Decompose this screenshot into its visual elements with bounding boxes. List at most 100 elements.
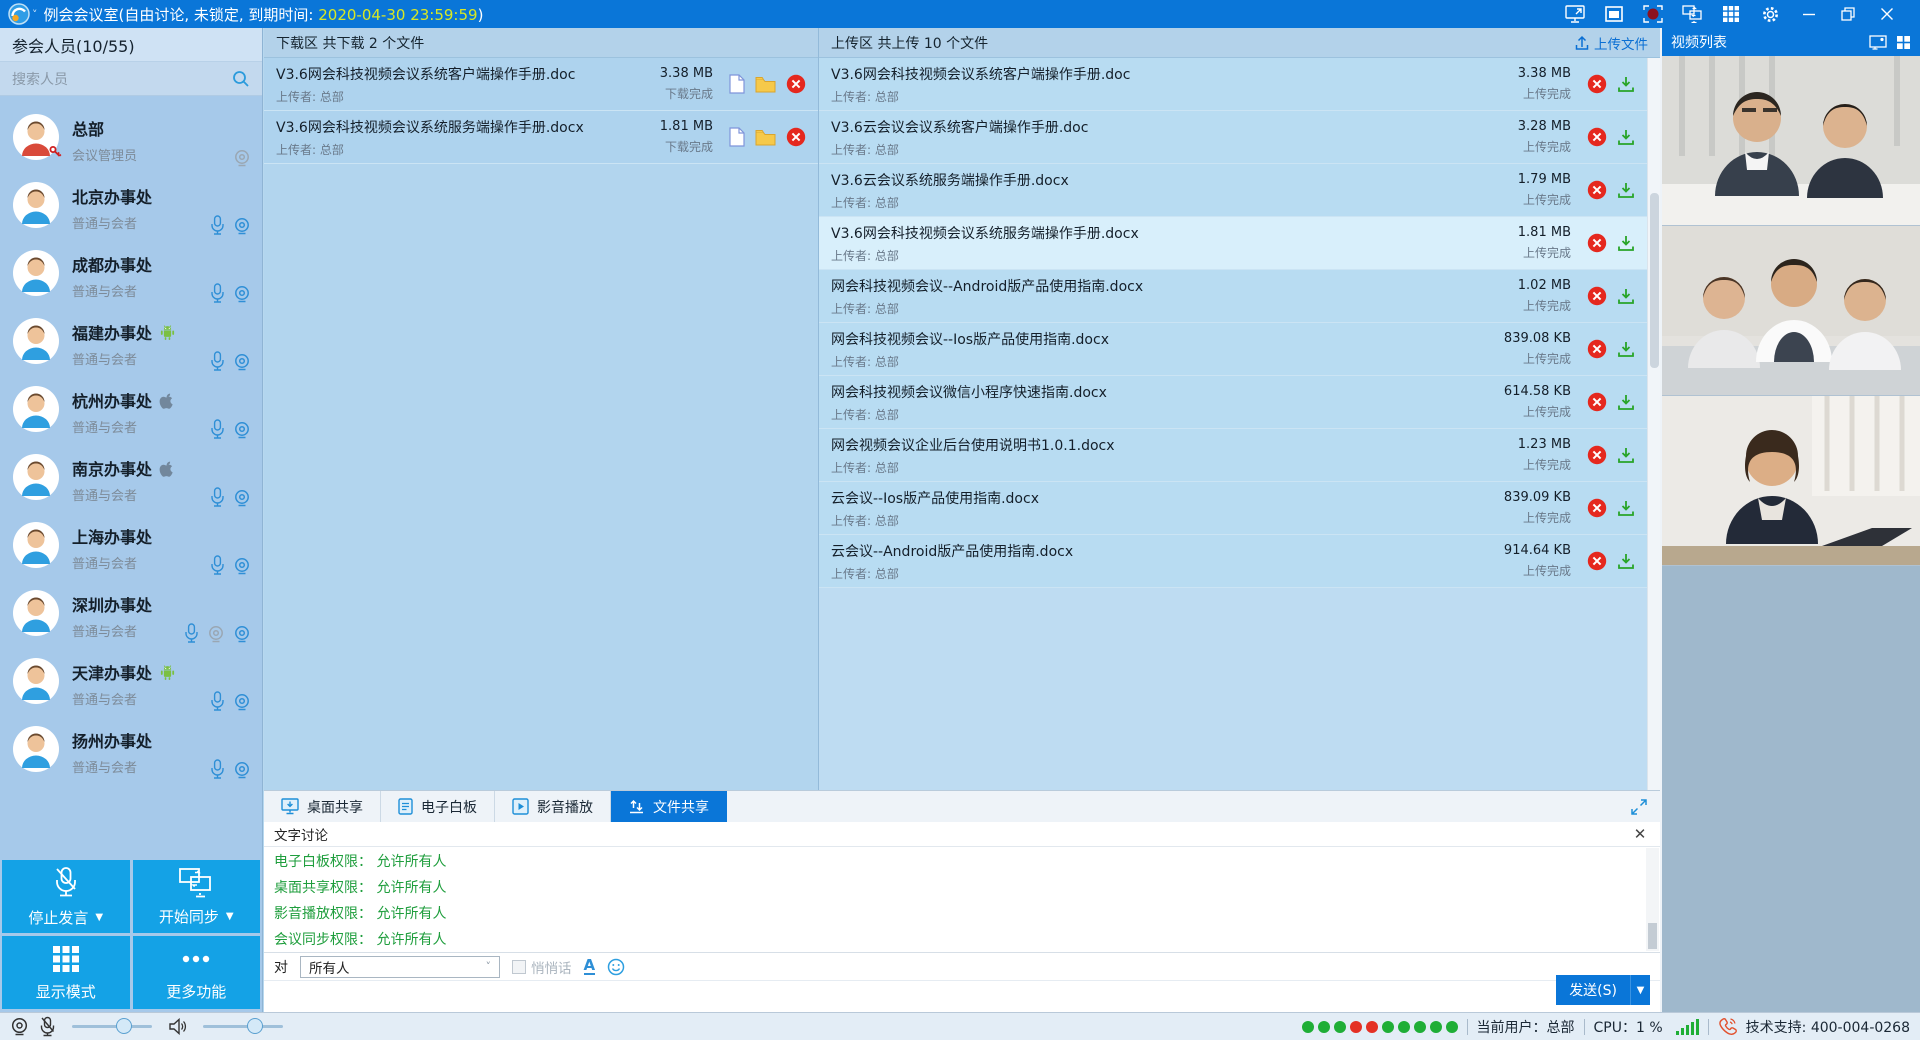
stop-speaking-button[interactable]: 停止发言▼ [2,860,130,933]
download-file-icon[interactable] [1617,552,1635,570]
mic-icon[interactable] [210,419,225,439]
upload-file-row[interactable]: V3.6云会议会议系统客户端操作手册.doc上传者: 总部 3.28 MB上传完… [819,111,1647,164]
slider-knob[interactable] [247,1018,263,1034]
mic-icon[interactable] [210,351,225,371]
scrollbar-thumb[interactable] [1648,923,1657,949]
app-logo-icon[interactable] [8,3,30,25]
upload-file-button[interactable]: 上传文件 [1575,33,1648,53]
video-layout-icon[interactable] [1896,35,1911,50]
chat-input-area[interactable] [264,982,1660,1012]
delete-file-icon[interactable] [1587,551,1607,571]
webcam-icon[interactable] [233,489,251,507]
mic-icon[interactable] [210,215,225,235]
download-file-icon[interactable] [1617,128,1635,146]
download-file-icon[interactable] [1617,75,1635,93]
webcam-icon[interactable] [233,557,251,575]
participant-row[interactable]: 总部 会议管理员 [0,106,262,174]
open-file-icon[interactable] [729,127,745,147]
participant-row[interactable]: 福建办事处 普通与会者 [0,310,262,378]
participant-row[interactable]: 北京办事处 普通与会者 [0,174,262,242]
search-icon[interactable] [232,70,250,88]
slider-knob[interactable] [116,1018,132,1034]
grid-layout-icon[interactable] [1720,3,1742,25]
upload-file-row[interactable]: 网会科技视频会议微信小程序快速指南.docx上传者: 总部 614.58 KB上… [819,376,1647,429]
mic-muted-status-icon[interactable] [39,1016,56,1037]
window-mode-icon[interactable] [1603,3,1625,25]
speaker-volume-slider[interactable] [203,1025,283,1028]
scrollbar-thumb[interactable] [1650,193,1659,368]
video-thumbnail-3[interactable] [1662,396,1920,566]
tab-file-share[interactable]: 文件共享 [611,791,727,822]
upload-scrollbar[interactable] [1647,58,1660,790]
speaker-icon[interactable] [168,1018,187,1035]
delete-file-icon[interactable] [1587,339,1607,359]
participant-row[interactable]: 成都办事处 普通与会者 [0,242,262,310]
upload-file-row[interactable]: 云会议--Ios版产品使用指南.docx上传者: 总部 839.09 KB上传完… [819,482,1647,535]
chat-scrollbar[interactable] [1646,848,1659,951]
webcam-icon[interactable] [233,285,251,303]
delete-file-icon[interactable] [1587,286,1607,306]
delete-file-icon[interactable] [1587,180,1607,200]
chevron-down-icon[interactable]: ˅ [32,8,38,21]
delete-file-icon[interactable] [1587,498,1607,518]
whisper-checkbox[interactable] [512,960,526,974]
download-file-icon[interactable] [1617,234,1635,252]
delete-file-icon[interactable] [1587,233,1607,253]
settings-icon[interactable] [1759,3,1781,25]
display-mode-button[interactable]: 显示模式 [2,936,130,1009]
close-icon[interactable]: ✕ [1630,825,1650,843]
participant-row[interactable]: 扬州办事处 普通与会者 [0,718,262,786]
download-file-row[interactable]: V3.6网会科技视频会议系统服务端操作手册.docx 上传者: 总部 1.81 … [264,111,818,164]
mic-icon[interactable] [210,759,225,779]
upload-file-row[interactable]: 网会科技视频会议--Android版产品使用指南.docx上传者: 总部 1.0… [819,270,1647,323]
participant-row[interactable]: 天津办事处 普通与会者 [0,650,262,718]
upload-file-row[interactable]: V3.6云会议系统服务端操作手册.docx上传者: 总部 1.79 MB上传完成 [819,164,1647,217]
video-thumbnail-1[interactable] [1662,56,1920,226]
webcam-icon[interactable] [233,693,251,711]
delete-file-icon[interactable] [1587,74,1607,94]
upload-file-row[interactable]: V3.6网会科技视频会议系统客户端操作手册.doc上传者: 总部 3.38 MB… [819,58,1647,111]
webcam-icon[interactable] [233,421,251,439]
more-functions-button[interactable]: 更多功能 [133,936,261,1009]
expand-icon[interactable] [1630,798,1648,816]
delete-file-icon[interactable] [1587,127,1607,147]
video-capture-icon[interactable] [1869,35,1887,50]
delete-file-icon[interactable] [1587,445,1607,465]
download-file-icon[interactable] [1617,499,1635,517]
send-options-caret[interactable]: ▼ [1630,975,1650,1005]
record-icon[interactable] [1642,3,1664,25]
participant-row[interactable]: 上海办事处 普通与会者 [0,514,262,582]
upload-file-row[interactable]: 网会视频会议企业后台使用说明书1.0.1.docx上传者: 总部 1.23 MB… [819,429,1647,482]
mic-volume-slider[interactable] [72,1025,152,1028]
tab-whiteboard[interactable]: 电子白板 [381,791,495,822]
webcam-status-icon[interactable] [10,1017,29,1036]
webcam-icon[interactable] [233,761,251,779]
webcam-icon[interactable] [233,217,251,235]
participant-row[interactable]: 南京办事处 普通与会者 [0,446,262,514]
upload-file-row[interactable]: 网会科技视频会议--Ios版产品使用指南.docx上传者: 总部 839.08 … [819,323,1647,376]
download-file-icon[interactable] [1617,340,1635,358]
send-button[interactable]: 发送(S) [1556,975,1630,1005]
participant-row[interactable]: 杭州办事处 普通与会者 [0,378,262,446]
open-folder-icon[interactable] [755,129,776,146]
mic-icon[interactable] [184,623,199,643]
webcam-disabled-icon[interactable] [233,149,251,167]
download-file-icon[interactable] [1617,393,1635,411]
tab-media-play[interactable]: 影音播放 [495,791,611,822]
download-file-icon[interactable] [1617,181,1635,199]
upload-file-row[interactable]: 云会议--Android版产品使用指南.docx上传者: 总部 914.64 K… [819,535,1647,588]
webcam-disabled-icon[interactable] [207,625,225,643]
whisper-option[interactable]: 悄悄话 [512,957,572,977]
search-input[interactable] [12,71,232,87]
recipient-select[interactable]: 所有人 ˅ [300,956,500,978]
mic-icon[interactable] [210,555,225,575]
download-file-icon[interactable] [1617,446,1635,464]
tab-desktop-share[interactable]: 桌面共享 [264,791,381,822]
delete-file-icon[interactable] [786,127,806,147]
delete-file-icon[interactable] [786,74,806,94]
webcam-icon[interactable] [233,625,251,643]
mic-icon[interactable] [210,487,225,507]
maximize-button[interactable] [1837,3,1859,25]
close-button[interactable] [1876,3,1898,25]
upload-file-row-selected[interactable]: V3.6网会科技视频会议系统服务端操作手册.docx上传者: 总部 1.81 M… [819,217,1647,270]
